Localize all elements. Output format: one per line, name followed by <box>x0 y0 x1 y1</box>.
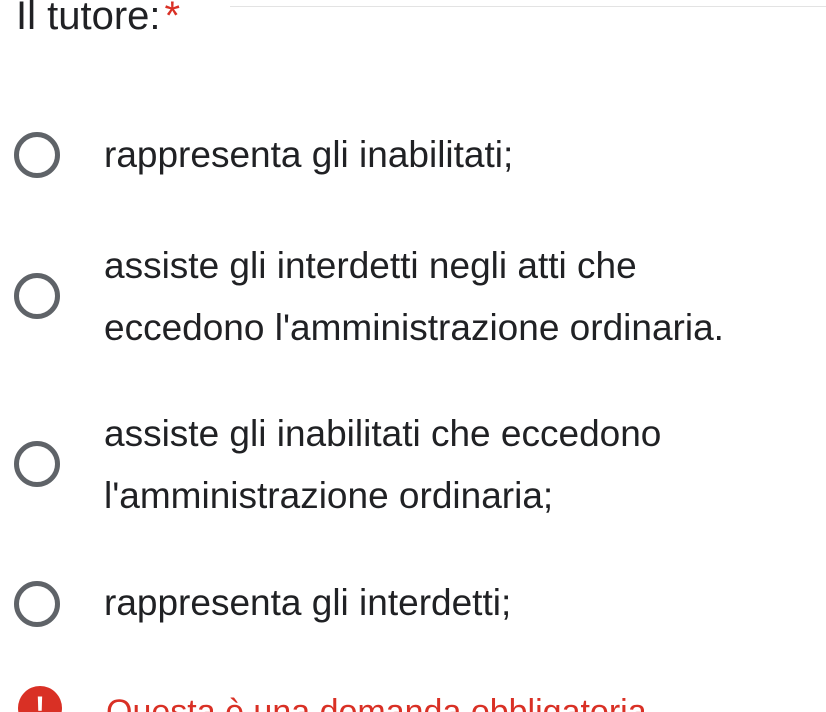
radio-option-1[interactable]: rappresenta gli inabilitati; <box>0 124 826 186</box>
error-message: Questa è una domanda obbligatoria <box>106 693 647 712</box>
required-star: * <box>164 0 181 38</box>
form-question-page: Il tutore: * rappresenta gli inabilitati;… <box>0 0 826 712</box>
radio-button-circle[interactable] <box>14 132 60 178</box>
radio-button-circle[interactable] <box>14 581 60 627</box>
option-label-line: assiste gli interdetti negli atti che <box>104 245 637 286</box>
question-title: Il tutore: * <box>16 0 180 40</box>
radio-button-circle[interactable] <box>14 441 60 487</box>
option-label: rappresenta gli interdetti; <box>104 572 820 634</box>
option-label: rappresenta gli inabilitati; <box>104 124 820 186</box>
option-label-line: rappresenta gli inabilitati; <box>104 134 514 175</box>
question-title-text: Il tutore: <box>16 0 161 38</box>
radio-option-4[interactable]: rappresenta gli interdetti; <box>0 572 826 634</box>
option-label-line: eccedono l'amministrazione ordinaria. <box>104 307 724 348</box>
option-label-line: assiste gli inabilitati che eccedono <box>104 413 662 454</box>
option-label: assiste gli inabilitati che eccedono l'a… <box>104 403 820 527</box>
radio-option-2[interactable]: assiste gli interdetti negli atti che ec… <box>0 235 826 359</box>
top-divider <box>230 6 826 7</box>
validation-error: ! Questa è una domanda obbligatoria <box>0 678 826 712</box>
option-label: assiste gli interdetti negli atti che ec… <box>104 235 820 359</box>
option-label-line: rappresenta gli interdetti; <box>104 582 512 623</box>
option-label-line: l'amministrazione ordinaria; <box>104 475 554 516</box>
error-icon: ! <box>18 686 62 712</box>
radio-button-circle[interactable] <box>14 273 60 319</box>
radio-option-3[interactable]: assiste gli inabilitati che eccedono l'a… <box>0 403 826 527</box>
